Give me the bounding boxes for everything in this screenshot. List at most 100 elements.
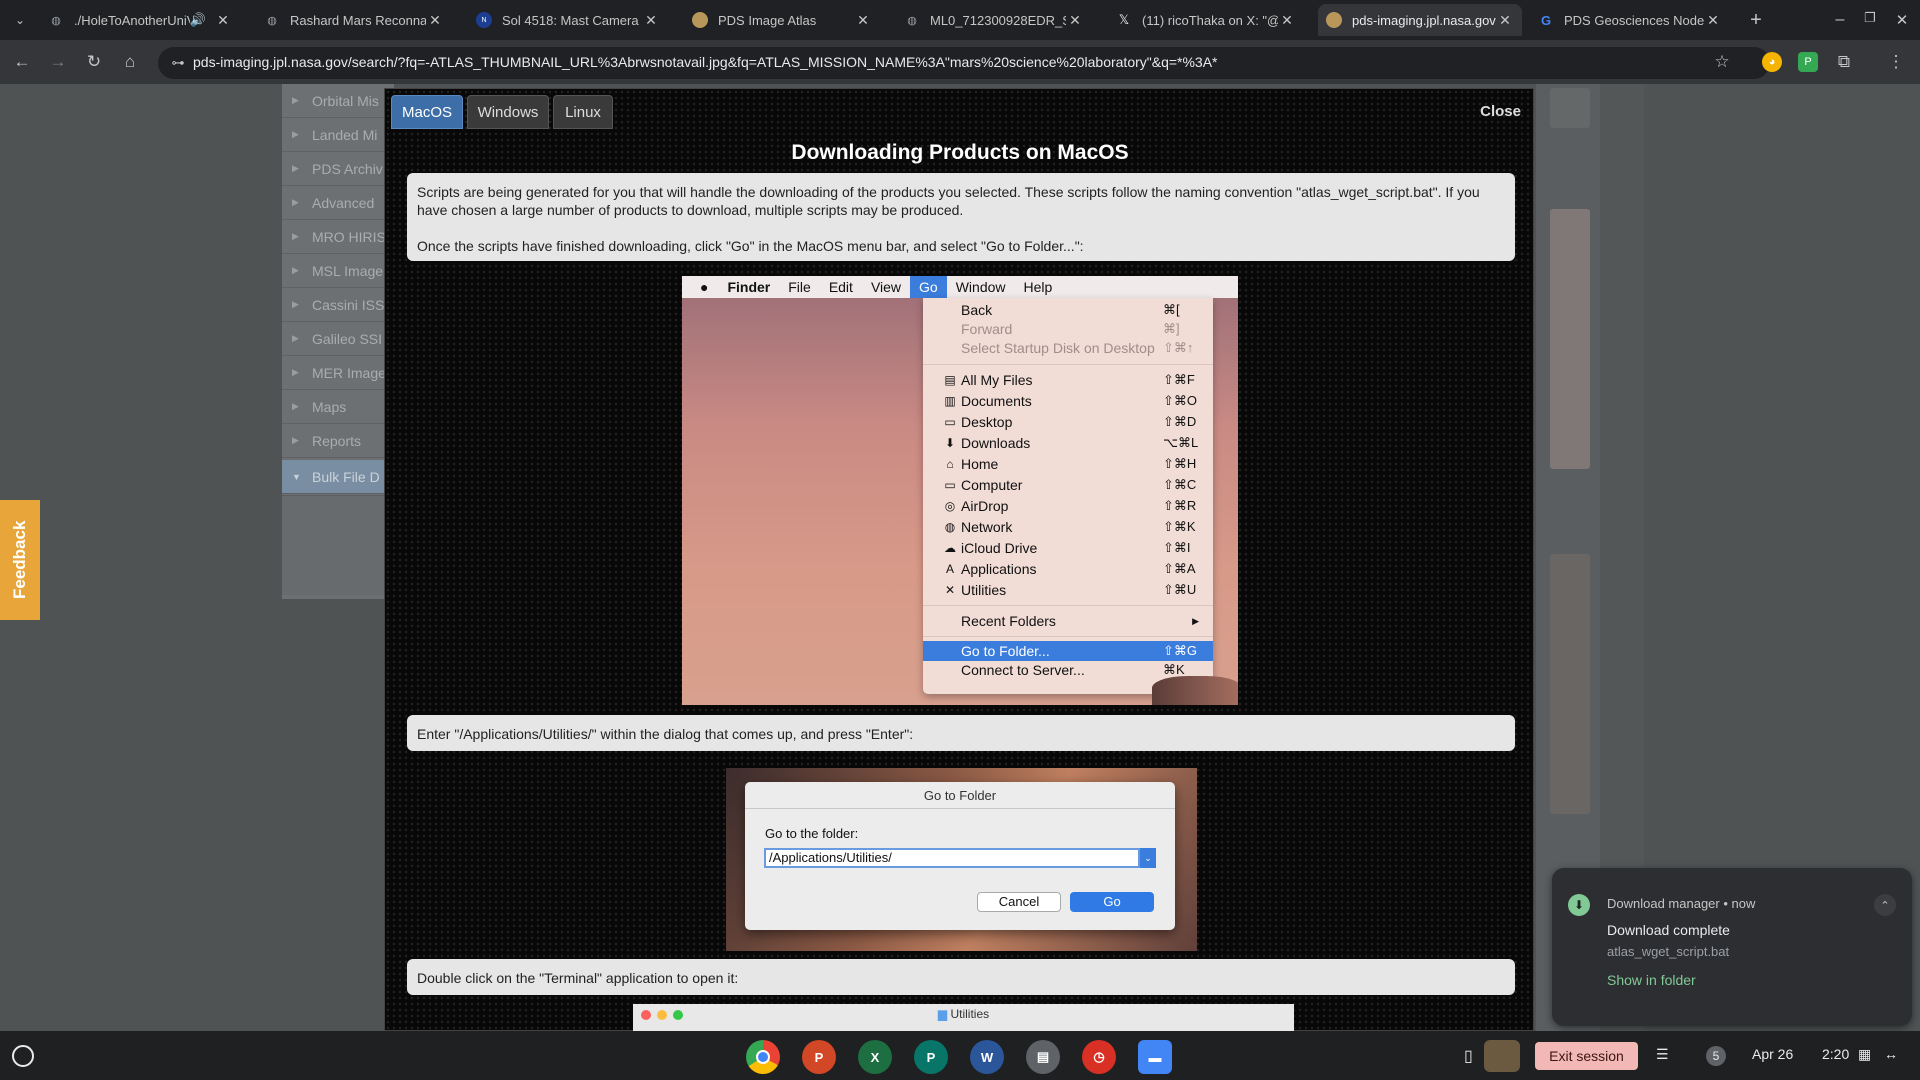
chevron-up-icon[interactable]: ⌃: [1874, 894, 1896, 916]
managed-icon[interactable]: ▦: [1858, 1046, 1871, 1063]
extensions-puzzle-icon[interactable]: ⧉: [1832, 50, 1856, 74]
thumbnail[interactable]: [1550, 88, 1590, 128]
all-files-icon: ▤: [944, 373, 956, 387]
tab-1[interactable]: ◍Rashard Mars Reconnaiss✕: [256, 4, 452, 36]
reload-icon[interactable]: ↻: [82, 50, 106, 74]
launcher-icon[interactable]: [12, 1045, 34, 1067]
site-info-icon[interactable]: ⊶: [166, 51, 190, 75]
tab-windows[interactable]: Windows: [467, 95, 549, 129]
modal-title: Downloading Products on MacOS: [791, 141, 1129, 164]
tab-0[interactable]: ◍ ./HoleToAnotherUniVe 🔊 ✕: [40, 4, 240, 36]
instruction-text: Double click on the "Terminal" applicati…: [417, 970, 739, 986]
file-icon[interactable]: ▯: [1464, 1046, 1473, 1066]
sidebar-item-cassini[interactable]: ▶ Cassini ISS: [282, 288, 394, 322]
tab-2[interactable]: N Sol 4518: Mast Camera (N ✕: [468, 4, 668, 36]
pds-icon: [1326, 12, 1342, 28]
publisher-icon[interactable]: P: [914, 1040, 948, 1074]
go-menu-dropdown: Back ⌘[ Forward ⌘] Select Startup Disk on …: [923, 298, 1213, 694]
docs-icon[interactable]: ▤: [1026, 1040, 1060, 1074]
sidebar-item-bulk-file[interactable]: ▼ Bulk File D: [282, 460, 394, 494]
home-icon[interactable]: ⌂: [118, 50, 142, 74]
instruction-text: Enter "/Applications/Utilities/" within …: [417, 726, 914, 742]
sidebar-item-reports[interactable]: ▶ Reports: [282, 424, 394, 458]
maximize-icon[interactable]: ❐: [1858, 6, 1882, 30]
sidebar-item-msl-images[interactable]: ▶ MSL Image: [282, 254, 394, 288]
tote-icon[interactable]: ☰: [1656, 1046, 1669, 1063]
tab-3[interactable]: PDS Image Atlas ✕: [684, 4, 880, 36]
go-menu-item: ▭ Desktop ⇧⌘D: [944, 414, 1197, 430]
powerpoint-icon[interactable]: P: [802, 1040, 836, 1074]
instruction-box-3: Double click on the "Terminal" applicati…: [407, 959, 1515, 995]
close-tab-icon[interactable]: ✕: [854, 12, 872, 29]
close-tab-icon[interactable]: ✕: [1496, 12, 1514, 29]
close-tab-icon[interactable]: ✕: [1704, 12, 1722, 29]
clock-label[interactable]: 2:20: [1822, 1046, 1849, 1062]
close-tab-icon[interactable]: ✕: [642, 12, 660, 29]
back-icon[interactable]: ←: [10, 50, 34, 74]
sidebar-item-galileo[interactable]: ▶ Galileo SSI: [282, 322, 394, 356]
desktop-icon: ▭: [944, 415, 956, 429]
dialog-title: Go to Folder: [923, 788, 997, 803]
icloud-icon: ☁: [944, 541, 956, 555]
menu-kebab-icon[interactable]: ⋮: [1884, 50, 1908, 74]
tab-4[interactable]: ◍ML0_712300928EDR_S09✕: [896, 4, 1092, 36]
dialog-divider: [745, 808, 1175, 809]
tab-7[interactable]: G PDS Geosciences Node D ✕: [1530, 4, 1730, 36]
thumbnail[interactable]: [1550, 554, 1590, 814]
triangle-right-icon: ▶: [292, 333, 299, 343]
notification-app-name: Download manager: [1607, 896, 1720, 911]
close-tab-icon[interactable]: ✕: [214, 12, 232, 29]
tab-linux[interactable]: Linux: [553, 95, 613, 129]
audio-icon[interactable]: 🔊: [190, 12, 206, 28]
word-icon[interactable]: W: [970, 1040, 1004, 1074]
forward-icon[interactable]: →: [46, 50, 70, 74]
menu-finder: Finder: [727, 279, 771, 295]
extension-icon-1[interactable]: ◕: [1762, 52, 1782, 72]
close-tab-icon[interactable]: ✕: [1066, 12, 1084, 29]
wallpaper-rock: [1152, 676, 1238, 705]
triangle-down-icon: ▼: [292, 471, 301, 482]
close-button[interactable]: Close: [1480, 103, 1521, 120]
nasa-icon: N: [476, 12, 492, 28]
tab-6-active[interactable]: pds-imaging.jpl.nasa.gov ✕: [1318, 4, 1522, 36]
sidebar-item-pds-archive[interactable]: ▶ PDS Archiv: [282, 152, 394, 186]
chrome-icon[interactable]: [746, 1040, 780, 1074]
exit-session-button[interactable]: Exit session: [1535, 1042, 1638, 1070]
minimize-icon[interactable]: –: [1828, 8, 1852, 32]
tab-search-icon[interactable]: ⌄: [8, 8, 32, 32]
mac-menu-bar: ● Finder File Edit View Go Window Help: [682, 276, 1238, 298]
download-instructions-modal: MacOS Windows Linux Close Downloading Pr…: [384, 88, 1534, 1031]
sidebar-item-orbital[interactable]: ▶ Orbital Mis: [282, 84, 394, 118]
triangle-right-icon: ▶: [292, 265, 299, 275]
computer-icon: ▭: [944, 478, 956, 492]
downloads-icon: ⬇: [944, 436, 956, 450]
files-icon[interactable]: ▬: [1138, 1040, 1172, 1074]
url-text[interactable]: pds-imaging.jpl.nasa.gov/search/?fq=-ATL…: [193, 54, 1218, 70]
tab-macos[interactable]: MacOS: [391, 95, 463, 129]
thumbnail[interactable]: [1550, 209, 1590, 469]
new-tab-icon[interactable]: +: [1744, 8, 1768, 32]
tab-5[interactable]: 𝕏(11) ricoThaka on X: "@Re✕: [1108, 4, 1304, 36]
holding-space-thumbnail[interactable]: [1484, 1040, 1520, 1072]
bookmark-star-icon[interactable]: ☆: [1710, 50, 1734, 74]
date-label[interactable]: Apr 26: [1752, 1046, 1793, 1062]
sidebar-item-mro-hirise[interactable]: ▶ MRO HIRIS: [282, 220, 394, 254]
go-menu-item: ◎ AirDrop ⇧⌘R: [944, 498, 1197, 514]
timer-icon[interactable]: ◷: [1082, 1040, 1116, 1074]
sidebar-item-advanced[interactable]: ▶ Advanced: [282, 186, 394, 220]
close-tab-icon[interactable]: ✕: [1278, 12, 1296, 29]
sidebar-item-maps[interactable]: ▶ Maps: [282, 390, 394, 424]
go-menu-item: ⌂ Home ⇧⌘H: [923, 454, 1213, 474]
feedback-tab[interactable]: Feedback: [0, 500, 40, 620]
network-arrows-icon[interactable]: ↔: [1884, 1046, 1898, 1062]
show-in-folder-link[interactable]: Show in folder: [1607, 972, 1696, 988]
utilities-finder-screenshot: ▆ Utilities: [633, 1004, 1294, 1031]
close-tab-icon[interactable]: ✕: [426, 12, 444, 29]
sidebar-item-mer[interactable]: ▶ MER Image: [282, 356, 394, 390]
sidebar-item-landed[interactable]: ▶ Landed Mi: [282, 118, 394, 152]
go-to-folder-screenshot: Go to Folder Go to the folder: /Applicat…: [726, 768, 1197, 951]
excel-icon[interactable]: X: [858, 1040, 892, 1074]
extension-icon-2[interactable]: P: [1798, 52, 1818, 72]
close-window-icon[interactable]: ✕: [1890, 8, 1914, 32]
notification-count-badge[interactable]: 5: [1706, 1046, 1726, 1066]
